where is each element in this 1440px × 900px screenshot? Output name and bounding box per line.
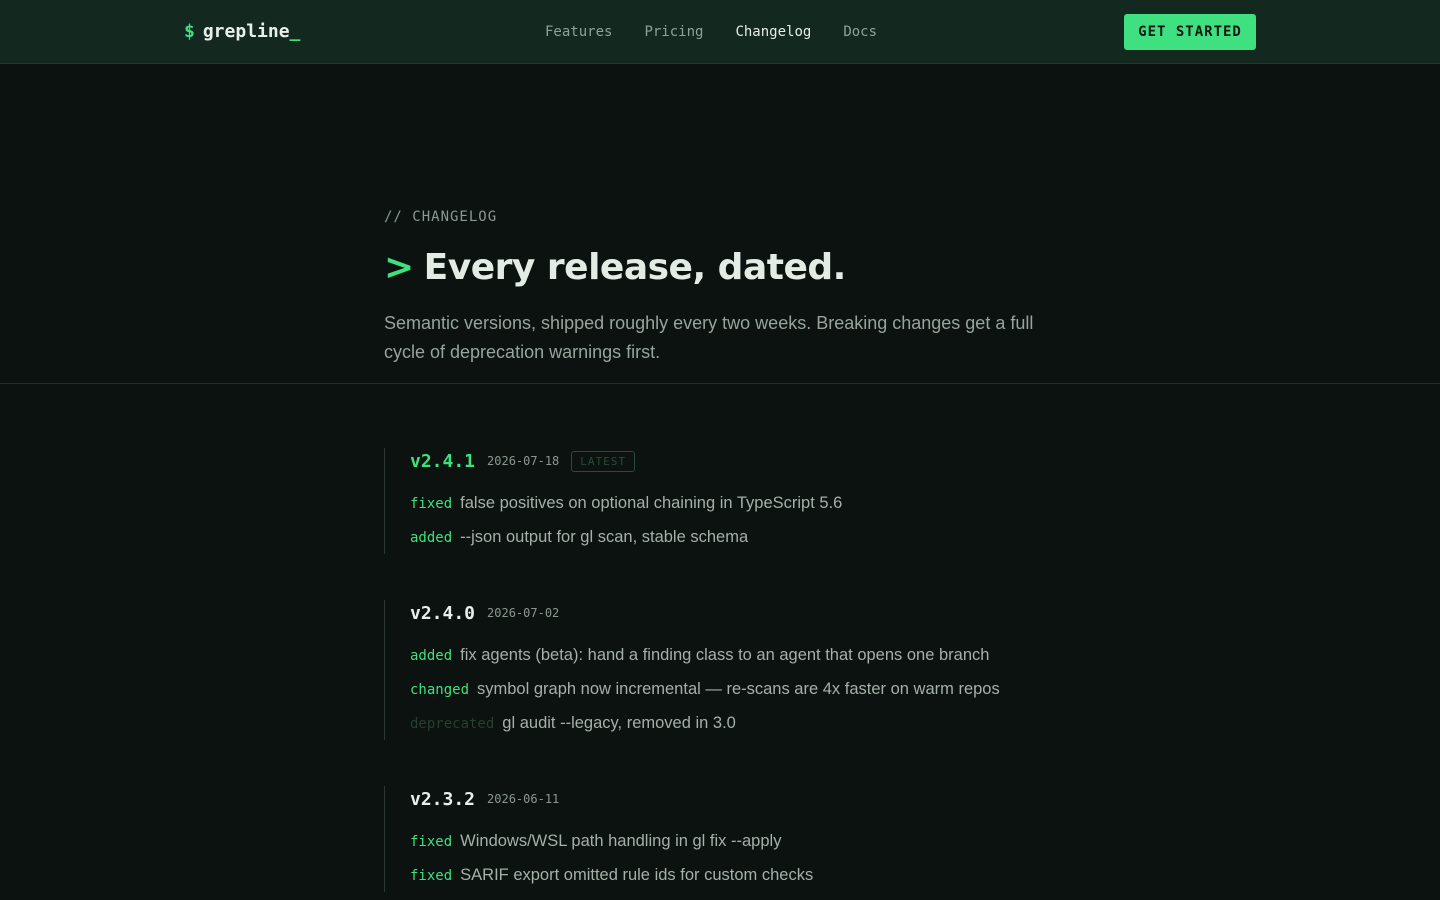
change-item: added --json output for gl scan, stable … xyxy=(410,520,1084,554)
brand-cursor: _ xyxy=(289,21,301,42)
change-description: fix agents (beta): hand a finding class … xyxy=(460,646,990,664)
nav-link-changelog[interactable]: Changelog xyxy=(735,24,811,40)
brand-wordmark: grepline_ xyxy=(203,21,301,42)
change-kind-tag: changed xyxy=(410,682,470,698)
release-version[interactable]: v2.4.0 xyxy=(410,603,475,624)
page-title: > Every release, dated. xyxy=(384,247,846,288)
brand-prompt: $ xyxy=(184,21,195,42)
release-entry: v2.4.1 2026-07-18 LATEST fixed false pos… xyxy=(384,448,1084,554)
change-description: gl audit --legacy, removed in 3.0 xyxy=(502,714,736,732)
get-started-button[interactable]: GET STARTED xyxy=(1124,14,1256,50)
nav-link-features[interactable]: Features xyxy=(545,24,612,40)
change-item: added fix agents (beta): hand a finding … xyxy=(410,638,1084,672)
change-kind-tag: fixed xyxy=(410,496,453,512)
top-nav: $ grepline_ Features Pricing Changelog D… xyxy=(0,0,1440,64)
nav-link-docs[interactable]: Docs xyxy=(843,24,877,40)
change-item: fixed SARIF export omitted rule ids for … xyxy=(410,858,1084,892)
latest-badge: LATEST xyxy=(571,450,636,472)
release-date: 2026-06-11 xyxy=(487,792,560,806)
release-date: 2026-07-02 xyxy=(487,606,560,620)
nav-link-pricing[interactable]: Pricing xyxy=(644,24,703,40)
brand-name: grepline xyxy=(202,21,290,42)
change-kind-tag: added xyxy=(410,530,453,546)
change-kind-tag: added xyxy=(410,648,453,664)
change-kind-tag: deprecated xyxy=(410,716,495,732)
title-prompt: > xyxy=(384,247,414,288)
change-description: false positives on optional chaining in … xyxy=(460,494,843,512)
change-item: fixed Windows/WSL path handling in gl fi… xyxy=(410,824,1084,858)
release-entry: v2.4.0 2026-07-02 added fix agents (beta… xyxy=(384,600,1084,740)
change-description: Windows/WSL path handling in gl fix --ap… xyxy=(460,832,782,850)
nav-links: Features Pricing Changelog Docs xyxy=(545,0,877,63)
change-item: fixed false positives on optional chaini… xyxy=(410,486,1084,520)
change-description: symbol graph now incremental — re-scans … xyxy=(477,680,1000,698)
page-subtitle: Semantic versions, shipped roughly every… xyxy=(384,313,1034,362)
change-kind-tag: fixed xyxy=(410,834,453,850)
change-description: --json output for gl scan, stable schema xyxy=(460,528,749,546)
release-header: v2.4.1 2026-07-18 LATEST xyxy=(410,448,1084,474)
section-eyebrow: // CHANGELOG xyxy=(384,209,498,225)
brand-logo[interactable]: $ grepline_ xyxy=(184,0,300,63)
release-entry: v2.3.2 2026-06-11 fixed Windows/WSL path… xyxy=(384,786,1084,892)
change-kind-tag: fixed xyxy=(410,868,453,884)
release-date: 2026-07-18 xyxy=(487,454,560,468)
hero-section: // CHANGELOG > Every release, dated. Sema… xyxy=(0,64,1440,384)
change-item: changed symbol graph now incremental — r… xyxy=(410,672,1084,706)
release-header: v2.3.2 2026-06-11 xyxy=(410,786,1084,812)
release-header: v2.4.0 2026-07-02 xyxy=(410,600,1084,626)
change-description: SARIF export omitted rule ids for custom… xyxy=(460,866,814,884)
title-text: Every release, dated. xyxy=(423,247,847,288)
change-item: deprecated gl audit --legacy, removed in… xyxy=(410,706,1084,740)
release-version[interactable]: v2.4.1 xyxy=(410,451,475,472)
release-version[interactable]: v2.3.2 xyxy=(410,789,475,810)
